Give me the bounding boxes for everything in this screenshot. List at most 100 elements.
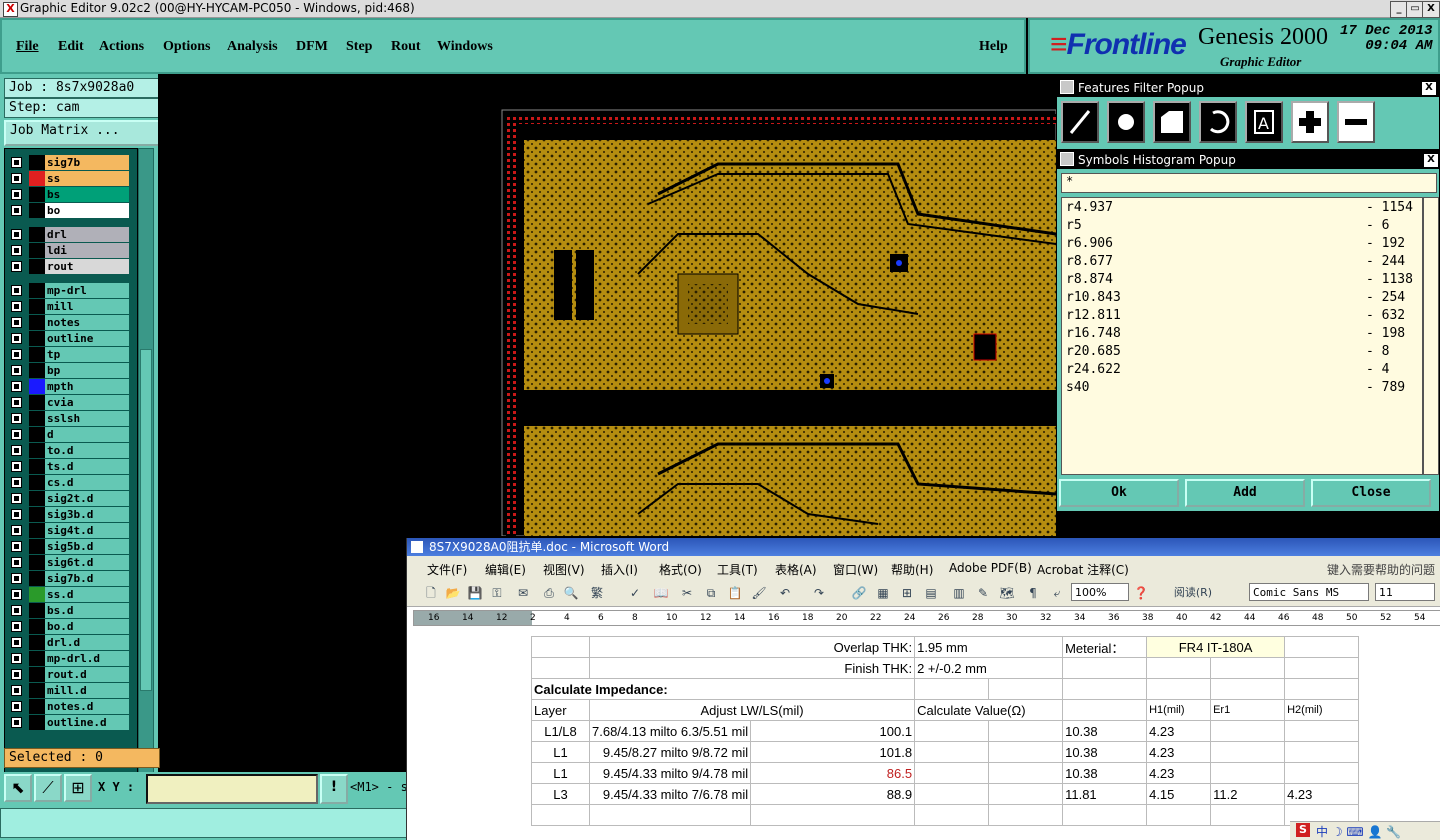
layer-name[interactable]: sig6t.d xyxy=(45,555,129,570)
layer-name[interactable]: outline xyxy=(45,331,129,346)
symbol-list-scrollbar[interactable] xyxy=(1423,197,1439,475)
layer-row[interactable]: d xyxy=(9,427,129,442)
menu-actions[interactable]: Actions xyxy=(99,39,144,55)
layer-checkbox[interactable] xyxy=(11,701,22,712)
layer-color-swatch[interactable] xyxy=(29,331,45,346)
layer-name[interactable]: ss.d xyxy=(45,587,129,602)
close-popup-button[interactable]: Close xyxy=(1311,479,1431,507)
layer-checkbox[interactable] xyxy=(11,205,22,216)
layer-row[interactable]: notes.d xyxy=(9,699,129,714)
layer-row[interactable]: mill.d xyxy=(9,683,129,698)
layer-checkbox[interactable] xyxy=(11,717,22,728)
layer-name[interactable]: d xyxy=(45,427,129,442)
layer-checkbox[interactable] xyxy=(11,621,22,632)
include-button[interactable] xyxy=(1291,101,1329,143)
menu-windows[interactable]: Windows xyxy=(437,39,493,55)
exclamation-button[interactable]: ! xyxy=(320,774,348,804)
layer-checkbox[interactable] xyxy=(11,333,22,344)
layer-row[interactable]: bp xyxy=(9,363,129,378)
menu-options[interactable]: Options xyxy=(163,39,210,55)
menu-edit[interactable]: Edit xyxy=(58,39,84,55)
layer-color-swatch[interactable] xyxy=(29,571,45,586)
layer-checkbox[interactable] xyxy=(11,301,22,312)
layer-row[interactable]: ts.d xyxy=(9,459,129,474)
layer-checkbox[interactable] xyxy=(11,509,22,520)
ok-button[interactable]: Ok xyxy=(1059,479,1179,507)
layer-row[interactable]: ldi xyxy=(9,243,129,258)
drawing-icon[interactable]: ✎ xyxy=(975,585,991,601)
layer-color-swatch[interactable] xyxy=(29,683,45,698)
drawing-tool-icon[interactable]: ⤶ xyxy=(1049,585,1065,601)
layer-row[interactable]: outline xyxy=(9,331,129,346)
layer-name[interactable]: sig4t.d xyxy=(45,523,129,538)
layer-checkbox[interactable] xyxy=(11,461,22,472)
layer-color-swatch[interactable] xyxy=(29,443,45,458)
layer-checkbox[interactable] xyxy=(11,477,22,488)
layer-name[interactable]: bo xyxy=(45,203,129,218)
layer-checkbox[interactable] xyxy=(11,573,22,584)
layer-checkbox[interactable] xyxy=(11,589,22,600)
layer-row[interactable]: bs xyxy=(9,187,129,202)
layer-checkbox[interactable] xyxy=(11,637,22,648)
layer-color-swatch[interactable] xyxy=(29,459,45,474)
word-menu-window[interactable]: 窗口(W) xyxy=(833,561,878,578)
tables-borders-icon[interactable]: ▦ xyxy=(875,585,891,601)
layer-color-swatch[interactable] xyxy=(29,283,45,298)
exclude-button[interactable] xyxy=(1337,101,1375,143)
menu-step[interactable]: Step xyxy=(346,39,372,55)
copy-icon[interactable]: ⧉ xyxy=(703,585,719,601)
layer-color-swatch[interactable] xyxy=(29,651,45,666)
layer-name[interactable]: mill xyxy=(45,299,129,314)
new-doc-icon[interactable]: 🗋 xyxy=(423,585,439,601)
word-menu-view[interactable]: 视图(V) xyxy=(543,561,585,578)
symbol-row[interactable]: r5 - 6 xyxy=(1066,218,1416,236)
symbol-row[interactable]: r8.677 - 244 xyxy=(1066,254,1416,272)
columns-icon[interactable]: ▥ xyxy=(951,585,967,601)
layer-color-swatch[interactable] xyxy=(29,187,45,202)
xy-input[interactable] xyxy=(146,774,318,804)
layer-checkbox[interactable] xyxy=(11,557,22,568)
font-select[interactable]: Comic Sans MS xyxy=(1249,583,1369,601)
layer-row[interactable]: drl.d xyxy=(9,635,129,650)
layer-color-swatch[interactable] xyxy=(29,507,45,522)
ime-mode-icon[interactable]: 中 ☽ ⌨ 👤 🔧 xyxy=(1316,823,1401,840)
layer-checkbox[interactable] xyxy=(11,413,22,424)
layer-row[interactable]: bs.d xyxy=(9,603,129,618)
layer-color-swatch[interactable] xyxy=(29,363,45,378)
pad-filter-button[interactable] xyxy=(1107,101,1145,143)
layer-color-swatch[interactable] xyxy=(29,411,45,426)
layer-name[interactable]: mpth xyxy=(45,379,129,394)
layer-name[interactable]: to.d xyxy=(45,443,129,458)
layer-checkbox[interactable] xyxy=(11,317,22,328)
layer-checkbox[interactable] xyxy=(11,685,22,696)
layer-color-swatch[interactable] xyxy=(29,475,45,490)
symbols-popup-close-icon[interactable]: X xyxy=(1423,153,1439,168)
text-filter-button[interactable]: A xyxy=(1245,101,1283,143)
features-popup-close-icon[interactable]: X xyxy=(1421,81,1437,96)
layer-name[interactable]: ss xyxy=(45,171,129,186)
layer-name[interactable]: mp-drl.d xyxy=(45,651,129,666)
layer-name[interactable]: bp xyxy=(45,363,129,378)
layer-name[interactable]: notes xyxy=(45,315,129,330)
layer-row[interactable]: ss xyxy=(9,171,129,186)
reading-mode-button[interactable]: 阅读(R) xyxy=(1163,585,1223,601)
format-painter-icon[interactable]: 🖌 xyxy=(751,585,767,601)
layer-name[interactable]: sig3b.d xyxy=(45,507,129,522)
graphic-canvas[interactable] xyxy=(158,74,1056,536)
layer-color-swatch[interactable] xyxy=(29,667,45,682)
open-folder-icon[interactable]: 📂 xyxy=(445,585,461,601)
word-menu-tools[interactable]: 工具(T) xyxy=(717,561,758,578)
layer-color-swatch[interactable] xyxy=(29,347,45,362)
layer-row[interactable]: drl xyxy=(9,227,129,242)
symbol-row[interactable]: r6.906 - 192 xyxy=(1066,236,1416,254)
layer-row[interactable]: mpth xyxy=(9,379,129,394)
layer-row[interactable]: sslsh xyxy=(9,411,129,426)
job-matrix-button[interactable]: Job Matrix ... xyxy=(4,120,160,146)
menu-dfm[interactable]: DFM xyxy=(296,39,328,55)
word-menu-table[interactable]: 表格(A) xyxy=(775,561,817,578)
layer-color-swatch[interactable] xyxy=(29,227,45,242)
ime-logo-icon[interactable]: S xyxy=(1296,823,1310,837)
layer-color-swatch[interactable] xyxy=(29,619,45,634)
layer-row[interactable]: outline.d xyxy=(9,715,129,730)
research-icon[interactable]: 📖 xyxy=(653,585,669,601)
